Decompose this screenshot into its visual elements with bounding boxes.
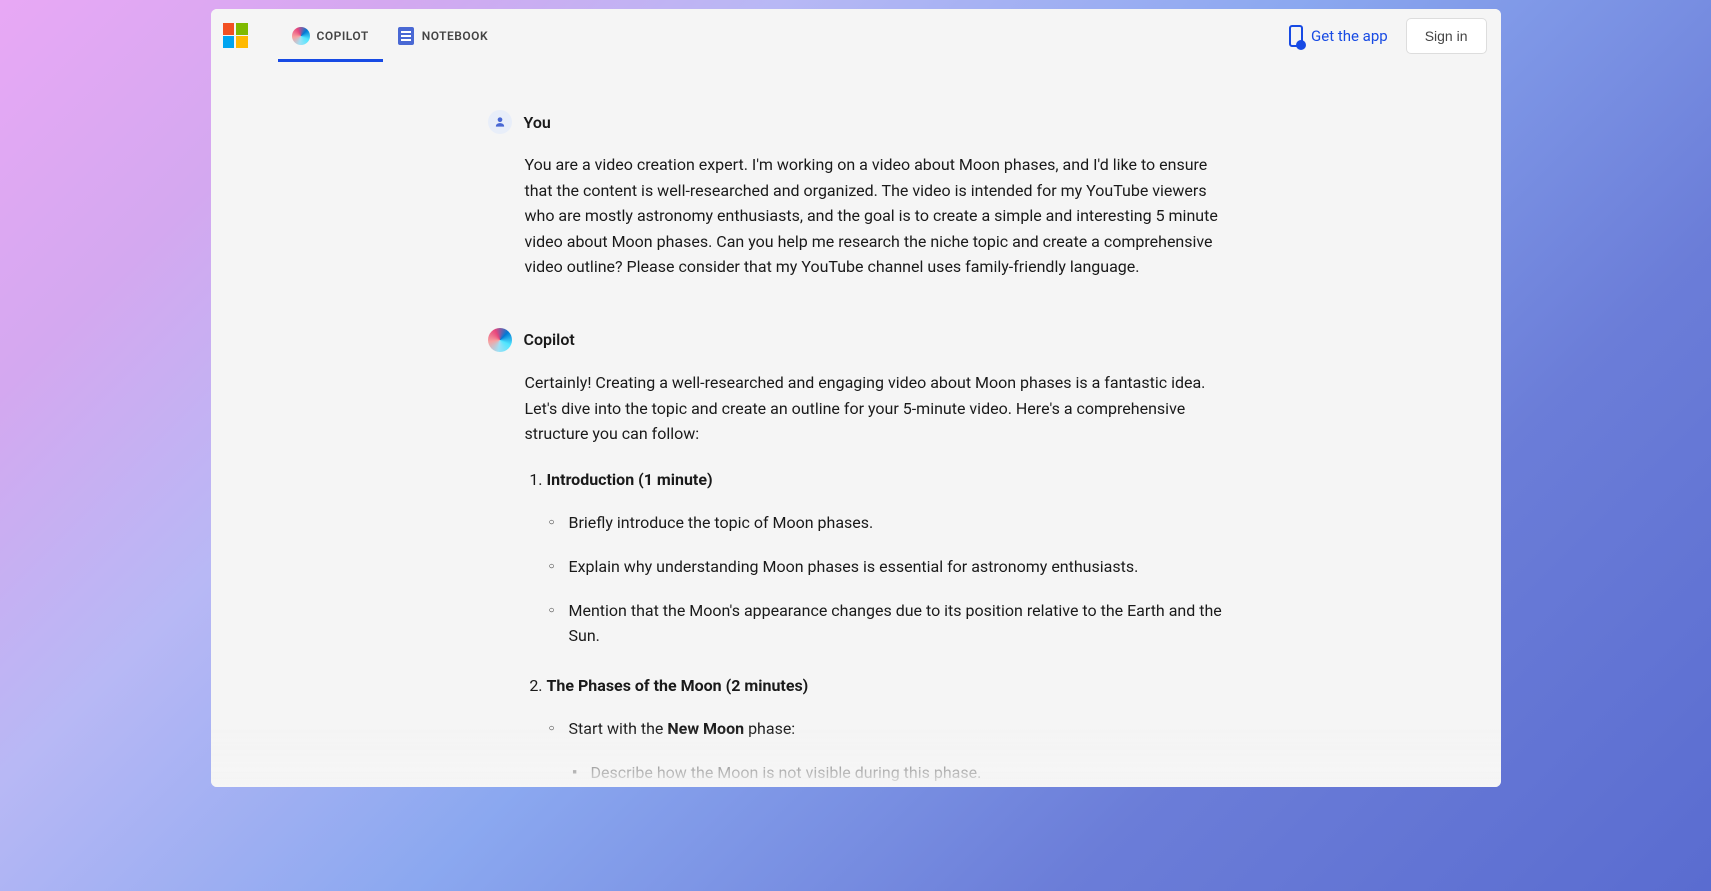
user-message: You You are a video creation expert. I'm… xyxy=(488,110,1224,280)
outline-section-2: The Phases of the Moon (2 minutes) Start… xyxy=(547,673,1224,787)
header: COPILOT NOTEBOOK Get the app Sign in xyxy=(211,9,1501,62)
content-inner: You You are a video creation expert. I'm… xyxy=(456,110,1256,787)
list-item: Briefly introduce the topic of Moon phas… xyxy=(569,510,1224,536)
section-1-heading: Introduction (1 minute) xyxy=(547,467,1224,493)
content-area[interactable]: You You are a video creation expert. I'm… xyxy=(211,62,1501,787)
section-1-items: Briefly introduce the topic of Moon phas… xyxy=(547,510,1224,648)
list-item: Start with the New Moon phase: Describe … xyxy=(569,716,1224,787)
section-2-items: Start with the New Moon phase: Describe … xyxy=(547,716,1224,787)
sign-in-button[interactable]: Sign in xyxy=(1406,18,1487,54)
tab-notebook-label: NOTEBOOK xyxy=(422,29,488,43)
tab-copilot[interactable]: COPILOT xyxy=(278,9,383,62)
tab-notebook[interactable]: NOTEBOOK xyxy=(383,9,502,62)
notebook-icon xyxy=(397,27,415,45)
outline-section-1: Introduction (1 minute) Briefly introduc… xyxy=(547,467,1224,649)
text-suffix: phase: xyxy=(744,719,795,738)
tabs-container: COPILOT NOTEBOOK xyxy=(278,9,503,62)
user-sender-label: You xyxy=(524,113,551,132)
section-2-heading: The Phases of the Moon (2 minutes) xyxy=(547,673,1224,699)
text-bold: New Moon xyxy=(667,719,744,738)
assistant-message: Copilot Certainly! Creating a well-resea… xyxy=(488,328,1224,787)
assistant-sender-label: Copilot xyxy=(524,330,575,349)
microsoft-logo-icon[interactable] xyxy=(223,23,248,48)
app-window: COPILOT NOTEBOOK Get the app Sign in xyxy=(211,9,1501,787)
copilot-avatar-icon xyxy=(488,328,512,352)
message-header: You xyxy=(488,110,1224,134)
user-avatar-icon xyxy=(488,110,512,134)
list-item: Describe how the Moon is not visible dur… xyxy=(591,760,1224,786)
phone-icon xyxy=(1289,25,1303,47)
get-app-link[interactable]: Get the app xyxy=(1289,25,1388,47)
assistant-message-body: Certainly! Creating a well-researched an… xyxy=(488,370,1224,787)
list-item: Explain why understanding Moon phases is… xyxy=(569,554,1224,580)
header-right: Get the app Sign in xyxy=(1289,18,1488,54)
outline-list: Introduction (1 minute) Briefly introduc… xyxy=(525,467,1224,787)
list-item: Mention that the Moon's appearance chang… xyxy=(569,598,1224,649)
text-prefix: Start with the xyxy=(569,719,668,738)
assistant-intro-text: Certainly! Creating a well-researched an… xyxy=(525,370,1224,447)
message-header: Copilot xyxy=(488,328,1224,352)
user-message-body: You are a video creation expert. I'm wor… xyxy=(488,152,1224,280)
tab-copilot-label: COPILOT xyxy=(317,29,369,43)
sub-sub-list: Describe how the Moon is not visible dur… xyxy=(569,760,1224,787)
copilot-icon xyxy=(292,27,310,45)
get-app-label: Get the app xyxy=(1311,27,1388,45)
user-message-text: You are a video creation expert. I'm wor… xyxy=(525,152,1224,280)
